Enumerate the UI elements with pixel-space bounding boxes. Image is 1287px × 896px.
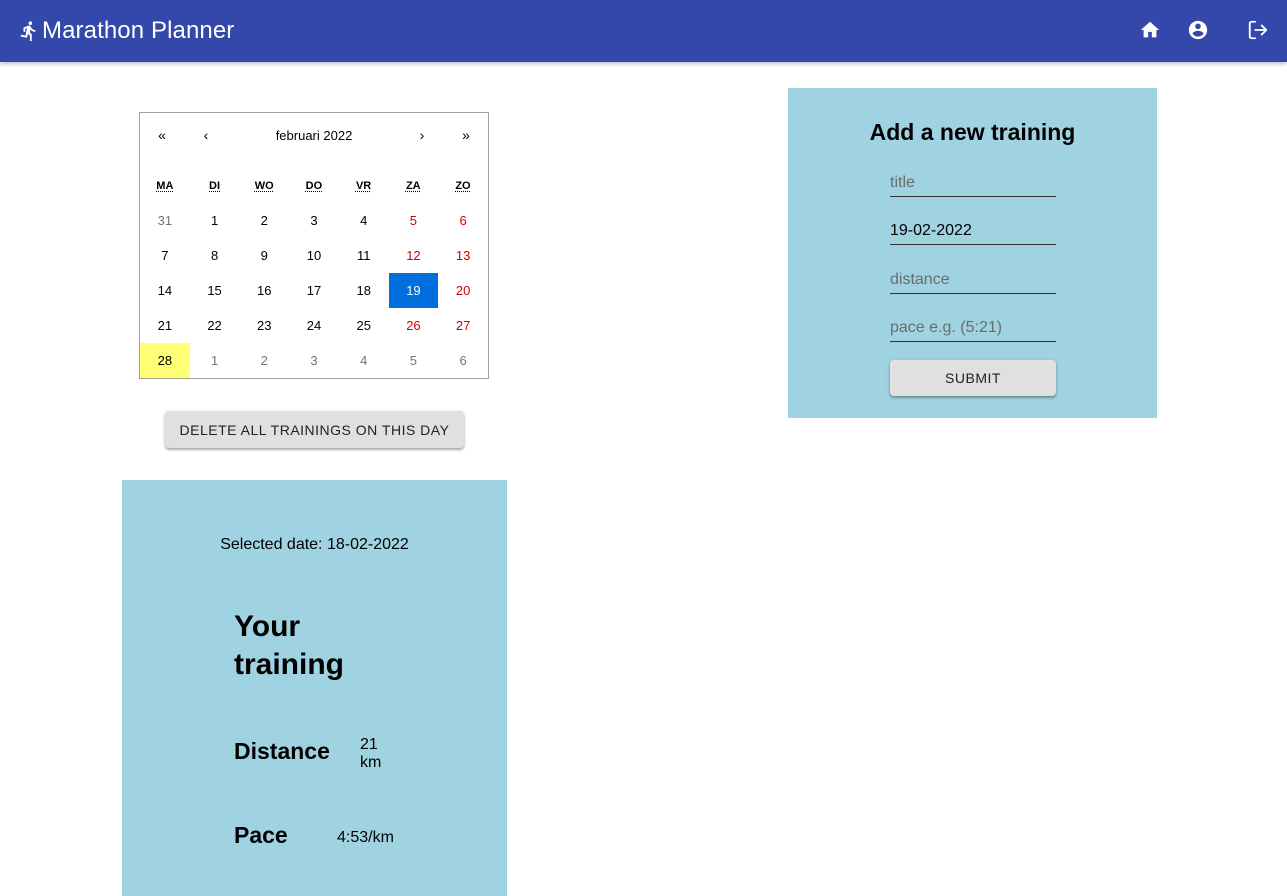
- calendar-day[interactable]: 20: [438, 273, 488, 308]
- weekday-label: WO: [254, 180, 274, 192]
- date-input[interactable]: [890, 217, 1056, 245]
- app-title: Marathon Planner: [42, 17, 235, 44]
- pace-input[interactable]: [890, 314, 1056, 342]
- calendar-day[interactable]: 18: [339, 273, 389, 308]
- delete-all-trainings-button[interactable]: DELETE ALL TRAININGS ON THIS DAY: [165, 411, 464, 448]
- calendar-day-today[interactable]: 28: [140, 343, 190, 378]
- account-button[interactable]: [1187, 19, 1209, 41]
- account-icon: [1188, 20, 1208, 40]
- training-details-panel: Selected date: 18-02-2022 Your training …: [122, 480, 507, 896]
- pace-label: Pace: [234, 822, 288, 848]
- calendar-day[interactable]: 6: [438, 203, 488, 238]
- calendar-day[interactable]: 5: [389, 203, 439, 238]
- calendar-day[interactable]: 25: [339, 308, 389, 343]
- calendar-navigation: « ‹ februari 2022 › »: [140, 113, 488, 157]
- selected-date: Selected date: 18-02-2022: [220, 536, 409, 553]
- calendar-day-selected[interactable]: 19: [388, 273, 439, 308]
- weekday-label: DO: [305, 180, 323, 192]
- pace-value: 4:53/km: [337, 829, 394, 846]
- form-title: Add a new training: [869, 119, 1076, 145]
- calendar-day[interactable]: 1: [190, 203, 240, 238]
- home-icon: [1140, 21, 1160, 38]
- distance-value: 21 km: [360, 736, 382, 771]
- calendar-day[interactable]: 27: [438, 308, 488, 343]
- weekday-label: ZA: [405, 180, 421, 192]
- home-button[interactable]: [1139, 19, 1161, 41]
- submit-button[interactable]: SUBMIT: [890, 360, 1056, 396]
- calendar-day[interactable]: 26: [389, 308, 439, 343]
- calendar-day[interactable]: 2: [239, 343, 289, 378]
- calendar-day[interactable]: 15: [190, 273, 240, 308]
- calendar-day[interactable]: 3: [289, 203, 339, 238]
- calendar-day[interactable]: 11: [339, 238, 389, 273]
- app-bar: Marathon Planner: [0, 0, 1287, 62]
- calendar-day[interactable]: 23: [239, 308, 289, 343]
- calendar-days: 31 1 2 3 4 5 6 7 8 9 10 11 12 13 14 15 16 17 18 19 20 21 22 23 2…: [140, 203, 488, 378]
- prev-month-button[interactable]: ‹: [184, 127, 228, 143]
- calendar-day[interactable]: 17: [289, 273, 339, 308]
- add-training-form: Add a new training SUBMIT: [788, 88, 1157, 418]
- calendar-day[interactable]: 7: [140, 238, 190, 273]
- calendar-day[interactable]: 16: [239, 273, 289, 308]
- weekday-label: ZO: [455, 180, 471, 192]
- calendar-day[interactable]: 31: [140, 203, 190, 238]
- prev-year-button[interactable]: «: [140, 127, 184, 143]
- calendar-day[interactable]: 24: [289, 308, 339, 343]
- calendar-day[interactable]: 10: [289, 238, 339, 273]
- calendar-day[interactable]: 5: [389, 343, 439, 378]
- calendar-day[interactable]: 3: [289, 343, 339, 378]
- calendar-day[interactable]: 22: [190, 308, 240, 343]
- training-heading: Your training: [234, 610, 344, 681]
- calendar-day[interactable]: 4: [339, 203, 389, 238]
- calendar-day[interactable]: 6: [438, 343, 488, 378]
- weekday-label: MA: [156, 180, 174, 192]
- calendar-day[interactable]: 4: [339, 343, 389, 378]
- weekday-header: MA DI WO DO VR ZA ZO: [140, 180, 488, 192]
- calendar-day[interactable]: 1: [190, 343, 240, 378]
- distance-input[interactable]: [890, 266, 1056, 294]
- logout-button[interactable]: [1247, 19, 1269, 41]
- next-month-button[interactable]: ›: [400, 127, 444, 143]
- brand[interactable]: Marathon Planner: [18, 17, 234, 45]
- weekday-label: DI: [209, 180, 221, 192]
- calendar-day[interactable]: 14: [140, 273, 190, 308]
- running-icon: [20, 21, 36, 42]
- logout-icon: [1248, 20, 1268, 40]
- calendar: « ‹ februari 2022 › » MA DI WO DO VR ZA ZO 31 1…: [139, 112, 489, 379]
- calendar-day[interactable]: 13: [438, 238, 488, 273]
- calendar-day[interactable]: 2: [239, 203, 289, 238]
- weekday-label: VR: [355, 180, 372, 192]
- calendar-day[interactable]: 9: [239, 238, 289, 273]
- calendar-day[interactable]: 12: [389, 238, 439, 273]
- calendar-day[interactable]: 21: [140, 308, 190, 343]
- title-input[interactable]: [890, 169, 1056, 197]
- distance-label: Distance: [234, 738, 330, 764]
- next-year-button[interactable]: »: [444, 127, 488, 143]
- calendar-day[interactable]: 8: [190, 238, 240, 273]
